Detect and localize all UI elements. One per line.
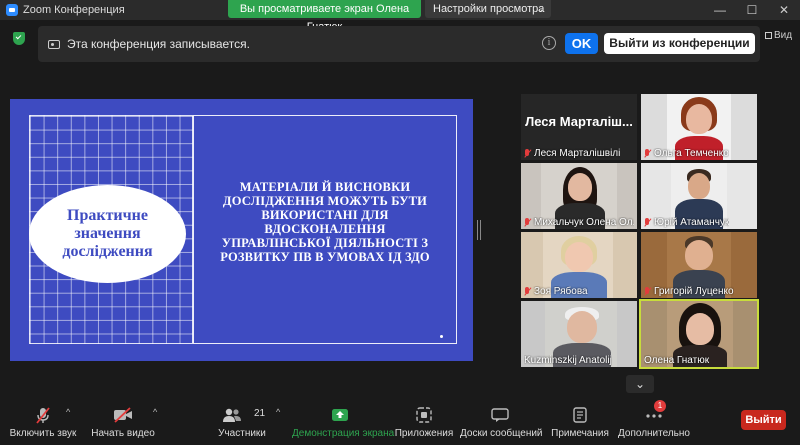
window-controls: — ☐ ✕ — [704, 0, 800, 20]
panel-splitter-handle[interactable] — [477, 220, 481, 240]
view-button[interactable]: Вид — [765, 30, 792, 41]
screen-share-banner: Вы просматриваете экран Олена Гнатюк — [228, 0, 421, 33]
share-screen-icon — [332, 409, 348, 421]
window-title: Zoom Конференция — [23, 4, 125, 16]
recording-notice-bar: Эта конференция записывается. i OK Выйти… — [38, 26, 760, 62]
start-video-button[interactable]: Начать видео — [88, 402, 158, 442]
chevron-down-icon: ⌄ — [536, 4, 544, 14]
notes-label: Примечания — [551, 428, 609, 439]
participant-tile[interactable]: Юрій Атаманчук — [641, 163, 757, 229]
slide-title-oval: Практичне значення дослідження — [29, 185, 186, 283]
apps-icon — [416, 407, 432, 423]
ok-button[interactable]: OK — [565, 33, 598, 54]
recording-message: Эта конференция записывается. — [67, 37, 250, 51]
maximize-button[interactable]: ☐ — [736, 0, 768, 20]
participant-tile[interactable]: Григорій Луценко — [641, 232, 757, 298]
chat-icon — [491, 408, 509, 422]
participant-name-label: Григорій Луценко — [644, 286, 734, 297]
participant-tile[interactable]: Зоя Рябова — [521, 232, 637, 298]
participants-icon — [223, 408, 241, 422]
chevron-down-icon: ⌄ — [634, 377, 646, 391]
share-screen-button[interactable]: Демонстрация экрана — [292, 402, 395, 442]
view-options-label: Настройки просмотра — [433, 3, 545, 15]
apps-button[interactable]: Приложения — [394, 402, 454, 442]
participant-tile[interactable]: Леся Марталіш... Леся Марталішвілі — [521, 94, 637, 160]
participant-name-label: Kuzminszkij Anatolij — [524, 355, 612, 366]
notes-icon — [573, 407, 587, 423]
participant-name: Ольга Темченко — [654, 148, 729, 159]
close-button[interactable]: ✕ — [768, 0, 800, 20]
mic-muted-icon — [524, 287, 531, 296]
meeting-toolbar: Включить звук ^ Начать видео ^ 21 Участн… — [0, 398, 800, 445]
participant-name: Зоя Рябова — [534, 286, 588, 297]
slide-dot — [440, 335, 443, 338]
zoom-app-icon — [6, 4, 18, 16]
minimize-button[interactable]: — — [704, 0, 736, 20]
chat-label: Доски сообщений — [460, 428, 543, 439]
mic-muted-icon — [644, 287, 651, 296]
share-screen-label: Демонстрация экрана — [292, 428, 395, 439]
shared-screen-slide: Практичне значення дослідження МАТЕРІАЛИ… — [10, 99, 473, 361]
exit-button[interactable]: Выйти — [741, 410, 786, 430]
participant-name: Михальчук Олена Ол... — [534, 217, 634, 228]
leave-meeting-button[interactable]: Выйти из конференции — [604, 33, 755, 54]
participant-name-label: Юрій Атаманчук — [644, 217, 729, 228]
participants-count: 21 — [254, 408, 266, 419]
participant-name-label: Ольга Темченко — [644, 148, 729, 159]
grid-icon — [765, 32, 772, 39]
participant-name: Kuzminszkij Anatolij — [524, 355, 612, 366]
participants-label: Участники — [218, 428, 266, 439]
participant-display-name: Леся Марталіш... — [525, 114, 633, 129]
notes-button[interactable]: Примечания — [548, 402, 612, 442]
mic-muted-icon — [524, 218, 531, 227]
apps-label: Приложения — [394, 428, 454, 439]
participant-tile[interactable]: Ольга Темченко — [641, 94, 757, 160]
participant-name: Леся Марталішвілі — [534, 148, 621, 159]
participants-button[interactable]: 21 Участники — [214, 402, 270, 442]
participant-name: Олена Гнатюк — [644, 355, 710, 366]
info-icon[interactable]: i — [542, 36, 556, 50]
unmute-label: Включить звук — [9, 428, 77, 439]
start-video-label: Начать видео — [91, 428, 155, 439]
participant-name-label: Леся Марталішвілі — [524, 148, 620, 159]
slide-title-text: Практичне значення дослідження — [62, 207, 153, 260]
participants-options-chevron-icon[interactable]: ^ — [276, 407, 280, 417]
mic-muted-icon — [644, 149, 651, 158]
participant-tile[interactable]: Kuzminszkij Anatolij — [521, 301, 637, 367]
more-notification-badge: 1 — [654, 400, 666, 412]
participant-name: Юрій Атаманчук — [654, 217, 730, 228]
participant-name-label: Зоя Рябова — [524, 286, 588, 297]
view-options-dropdown[interactable]: Настройки просмотра ⌄ — [425, 0, 551, 18]
slide-main-text: МАТЕРІАЛИ Й ВИСНОВКИ ДОСЛІДЖЕННЯ МОЖУТЬ … — [220, 180, 430, 264]
participant-name-label: Михальчук Олена Ол... — [524, 217, 634, 228]
audio-options-chevron-icon[interactable]: ^ — [66, 407, 70, 417]
chat-button[interactable]: Доски сообщений — [460, 402, 543, 442]
participant-name-label: Олена Гнатюк — [644, 355, 709, 366]
security-shield-icon[interactable] — [13, 32, 25, 45]
video-options-chevron-icon[interactable]: ^ — [153, 407, 157, 417]
more-label: Дополнительно — [618, 428, 690, 439]
participant-tile-active-speaker[interactable]: Олена Гнатюк — [639, 299, 759, 369]
more-button[interactable]: 1 Дополнительно — [618, 400, 690, 442]
participant-name: Григорій Луценко — [654, 286, 734, 297]
mic-muted-icon — [36, 407, 50, 424]
mic-muted-icon — [524, 149, 531, 158]
video-off-icon — [114, 407, 132, 423]
view-button-label: Вид — [774, 30, 793, 41]
zoom-window: Zoom Конференция Вы просматриваете экран… — [0, 0, 800, 445]
scroll-down-button[interactable]: ⌄ — [626, 375, 654, 393]
mic-muted-icon — [644, 218, 651, 227]
recording-icon — [48, 40, 60, 49]
participant-tile[interactable]: Михальчук Олена Ол... — [521, 163, 637, 229]
